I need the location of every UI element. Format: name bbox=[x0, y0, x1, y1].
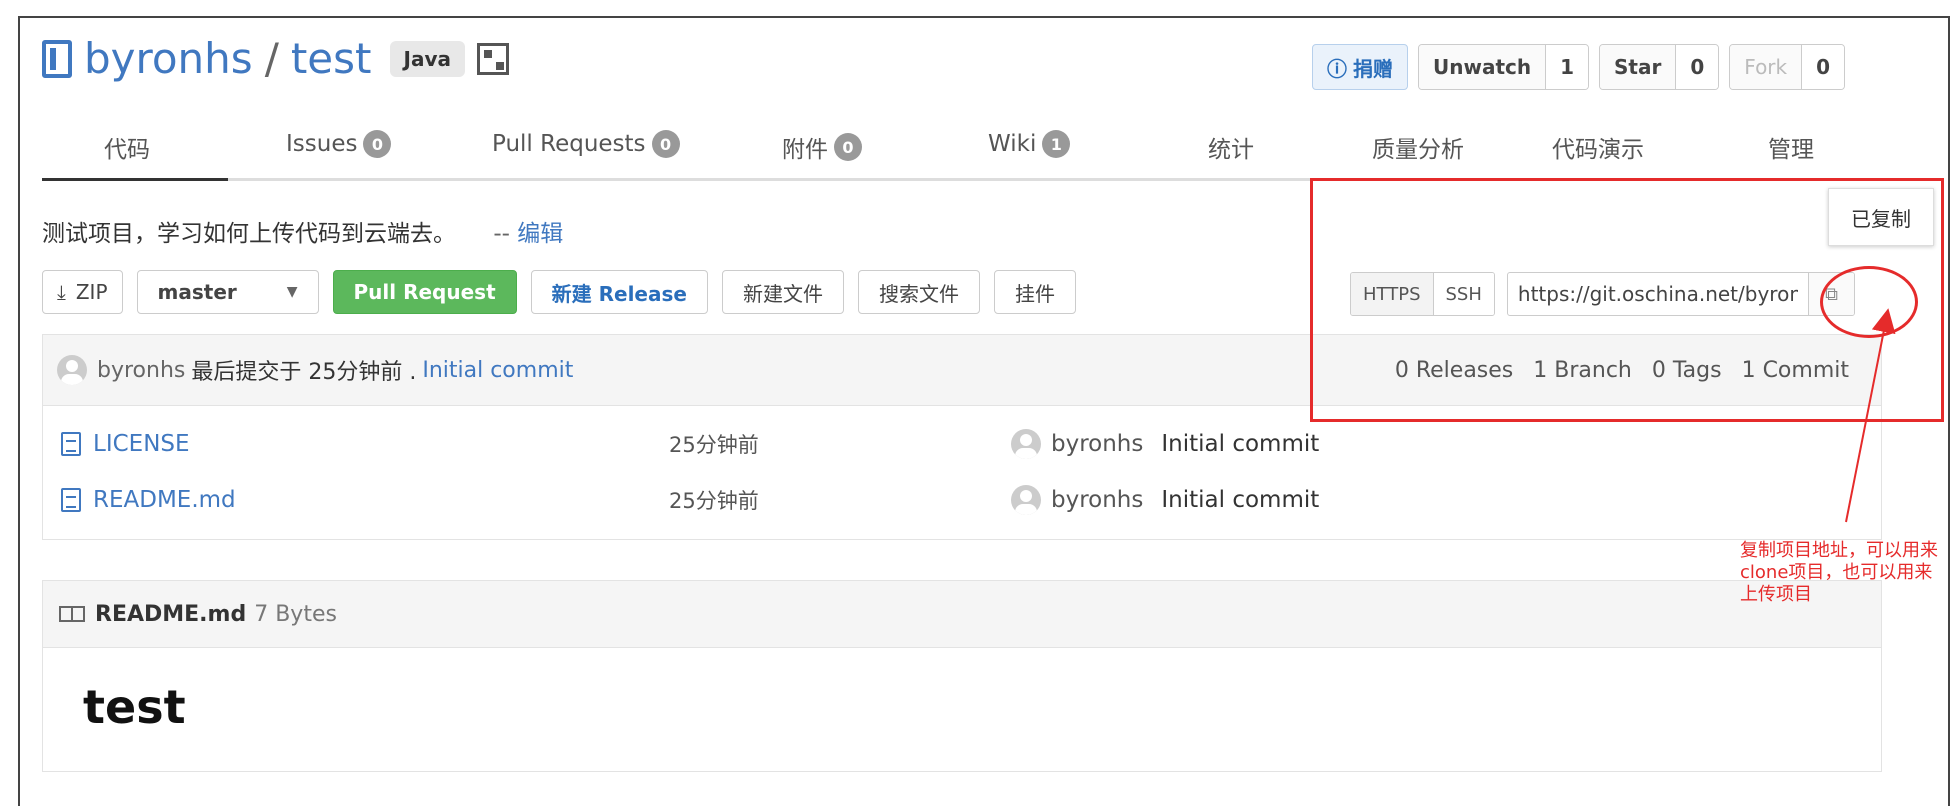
tab-code[interactable]: 代码 bbox=[104, 130, 150, 164]
download-zip-button[interactable]: ⤓ ZIP bbox=[42, 270, 123, 314]
readme-size: 7 Bytes bbox=[254, 601, 337, 627]
tab-label: Wiki bbox=[988, 131, 1037, 157]
tab-label: 代码演示 bbox=[1552, 137, 1644, 163]
repo-separator: / bbox=[264, 34, 279, 83]
file-commit-message[interactable]: Initial commit bbox=[1161, 487, 1319, 513]
tab-quality[interactable]: 质量分析 bbox=[1372, 130, 1464, 164]
tab-label: Pull Requests bbox=[492, 131, 646, 157]
active-tab-indicator bbox=[42, 178, 228, 181]
new-release-button[interactable]: 新建 Release bbox=[530, 270, 708, 314]
tab-demo[interactable]: 代码演示 bbox=[1552, 130, 1644, 164]
tab-count: 0 bbox=[651, 130, 680, 158]
star-button[interactable]: Star 0 bbox=[1599, 44, 1720, 90]
file-commit-message[interactable]: Initial commit bbox=[1161, 431, 1319, 457]
repo-toolbar: ⤓ ZIP master ▼ Pull Request 新建 Release 新… bbox=[42, 270, 1076, 314]
file-icon bbox=[61, 488, 81, 512]
file-time: 25分钟前 bbox=[669, 489, 759, 513]
tab-issues[interactable]: Issues 0 bbox=[286, 130, 392, 158]
info-icon: ⓘ bbox=[1327, 56, 1347, 81]
repo-name-link[interactable]: test bbox=[291, 34, 372, 83]
avatar bbox=[1011, 485, 1041, 515]
book-icon bbox=[59, 606, 85, 622]
description-text: 测试项目，学习如何上传代码到云端去。 bbox=[42, 221, 456, 247]
avatar bbox=[57, 355, 87, 385]
commit-time-text: 最后提交于 25分钟前 . bbox=[191, 360, 417, 385]
tab-stats[interactable]: 统计 bbox=[1208, 130, 1254, 164]
file-name-link[interactable]: README.md bbox=[93, 487, 236, 513]
qrcode-icon[interactable] bbox=[477, 42, 509, 75]
repo-owner-link[interactable]: byronhs bbox=[84, 34, 253, 83]
description-dash: -- bbox=[493, 221, 510, 247]
tab-label: 质量分析 bbox=[1372, 137, 1464, 163]
fork-count: 0 bbox=[1801, 45, 1845, 89]
search-file-button[interactable]: 搜索文件 bbox=[857, 270, 980, 314]
watch-count: 1 bbox=[1545, 45, 1589, 89]
commit-message-link[interactable]: Initial commit bbox=[422, 358, 573, 383]
repo-title: byronhs / test Java bbox=[42, 34, 509, 83]
chevron-down-icon: ▼ bbox=[286, 284, 298, 300]
tab-pull-requests[interactable]: Pull Requests 0 bbox=[492, 130, 680, 158]
watch-button[interactable]: Unwatch 1 bbox=[1418, 44, 1590, 90]
branch-label: master bbox=[157, 280, 237, 304]
download-icon: ⤓ bbox=[57, 280, 66, 304]
tab-label: 代码 bbox=[104, 137, 150, 163]
file-row: README.md 25分钟前 byronhs Initial commit bbox=[61, 480, 1861, 520]
readme-header: README.md 7 Bytes bbox=[42, 580, 1882, 648]
edit-description-link[interactable]: 编辑 bbox=[517, 221, 563, 247]
tab-wiki[interactable]: Wiki 1 bbox=[988, 130, 1071, 158]
donate-button[interactable]: ⓘ 捐赠 bbox=[1312, 44, 1408, 90]
commit-author[interactable]: byronhs bbox=[97, 358, 185, 383]
widget-button[interactable]: 挂件 bbox=[993, 270, 1076, 314]
tab-attachments[interactable]: 附件 0 bbox=[782, 130, 862, 164]
file-time: 25分钟前 bbox=[669, 433, 759, 457]
star-count: 0 bbox=[1675, 45, 1719, 89]
file-commit: byronhs Initial commit bbox=[1011, 485, 1319, 515]
branch-select[interactable]: master ▼ bbox=[136, 270, 319, 314]
new-file-button[interactable]: 新建文件 bbox=[721, 270, 844, 314]
tab-manage[interactable]: 管理 bbox=[1768, 130, 1814, 164]
tab-count: 0 bbox=[363, 130, 392, 158]
zip-label: ZIP bbox=[75, 280, 108, 304]
tab-label: Issues bbox=[286, 131, 358, 157]
annotation-note: 复制项目地址，可以用来clone项目，也可以用来上传项目 bbox=[1740, 540, 1938, 605]
fork-label: Fork bbox=[1730, 45, 1802, 89]
readme-filename: README.md bbox=[95, 601, 247, 627]
pull-request-button[interactable]: Pull Request bbox=[332, 270, 517, 314]
language-badge: Java bbox=[389, 40, 465, 77]
file-row: LICENSE 25分钟前 byronhs Initial commit bbox=[61, 424, 1861, 464]
file-icon bbox=[61, 432, 81, 456]
star-label: Star bbox=[1600, 45, 1676, 89]
tab-count: 0 bbox=[834, 133, 862, 161]
file-commit: byronhs Initial commit bbox=[1011, 429, 1319, 459]
file-list: LICENSE 25分钟前 byronhs Initial commit REA… bbox=[42, 406, 1882, 540]
readme-body: test bbox=[42, 648, 1882, 772]
tab-label: 附件 bbox=[782, 137, 828, 163]
tab-label: 管理 bbox=[1768, 137, 1814, 163]
fork-button[interactable]: Fork 0 bbox=[1729, 44, 1846, 90]
file-author[interactable]: byronhs bbox=[1051, 431, 1143, 457]
file-name-link[interactable]: LICENSE bbox=[93, 431, 190, 457]
readme-heading: test bbox=[83, 680, 186, 734]
donate-label: 捐赠 bbox=[1353, 56, 1393, 81]
header-actions: ⓘ 捐赠 Unwatch 1 Star 0 Fork 0 bbox=[1312, 44, 1846, 90]
annotation-circle bbox=[1820, 266, 1918, 338]
repo-icon bbox=[42, 39, 72, 78]
tab-count: 1 bbox=[1042, 130, 1071, 158]
watch-label: Unwatch bbox=[1419, 45, 1546, 89]
tab-label: 统计 bbox=[1208, 137, 1254, 163]
avatar bbox=[1011, 429, 1041, 459]
file-author[interactable]: byronhs bbox=[1051, 487, 1143, 513]
repo-description: 测试项目，学习如何上传代码到云端去。 -- 编辑 bbox=[42, 214, 563, 248]
repo-tabs: 代码 Issues 0 Pull Requests 0 附件 0 Wiki 1 统计 质… bbox=[42, 126, 1878, 181]
